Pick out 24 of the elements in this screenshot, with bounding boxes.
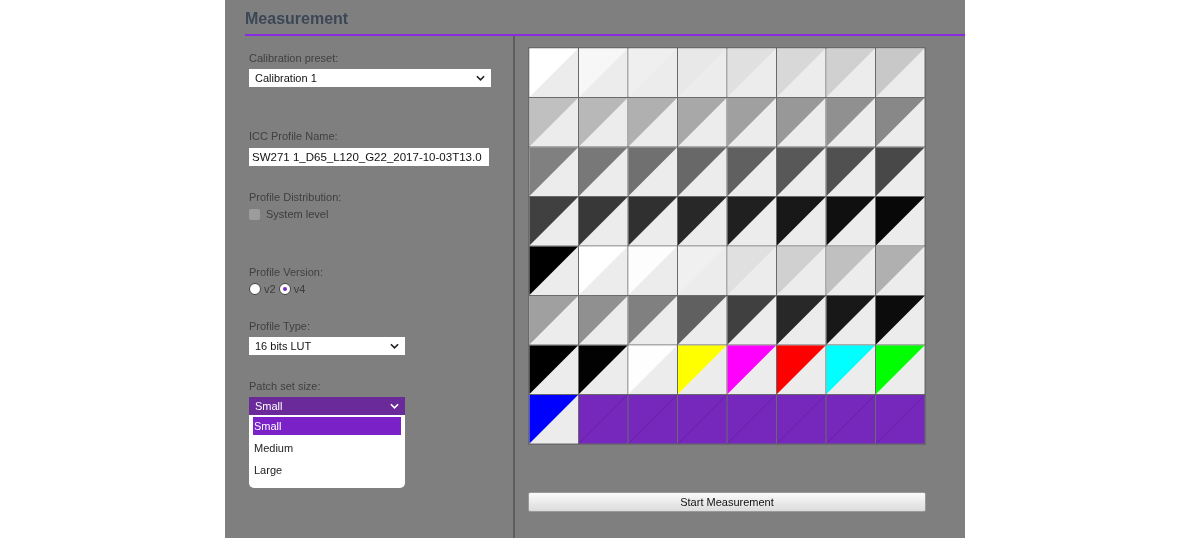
chevron-icon	[390, 343, 399, 349]
chevron-icon	[390, 403, 399, 409]
field-label: Patch set size:	[249, 380, 322, 394]
radio-label: v2	[264, 283, 276, 295]
menu-option[interactable]: Medium	[253, 439, 401, 461]
profile-type-dropdown[interactable]: 16 bits LUT	[249, 337, 405, 355]
page-title: Measurement	[244, 9, 350, 29]
menu-option[interactable]: Large	[253, 461, 401, 483]
field-label: ICC Profile Name:	[249, 130, 339, 144]
radio-button[interactable]	[249, 283, 261, 295]
field-label: Calibration preset:	[249, 52, 340, 66]
field-label: Profile Version:	[249, 266, 324, 280]
field-label: Profile Type:	[249, 320, 311, 334]
menu-option[interactable]: Small	[253, 417, 401, 435]
chevron-icon	[476, 75, 485, 81]
patch-size-dropdown[interactable]: Small	[249, 397, 405, 415]
profile-name-field[interactable]: SW271 1_D65_L120_G22_2017-10-03T13.0	[249, 148, 489, 166]
preset-dropdown[interactable]: Calibration 1	[249, 69, 491, 87]
radio-label: v4	[293, 283, 306, 295]
checkbox-label: System level	[266, 208, 329, 220]
radio-button[interactable]	[278, 283, 291, 295]
checkbox[interactable]	[249, 208, 260, 220]
start-measurement-button[interactable]: Start Measurement	[528, 492, 926, 512]
field-label: Profile Distribution:	[249, 191, 343, 205]
